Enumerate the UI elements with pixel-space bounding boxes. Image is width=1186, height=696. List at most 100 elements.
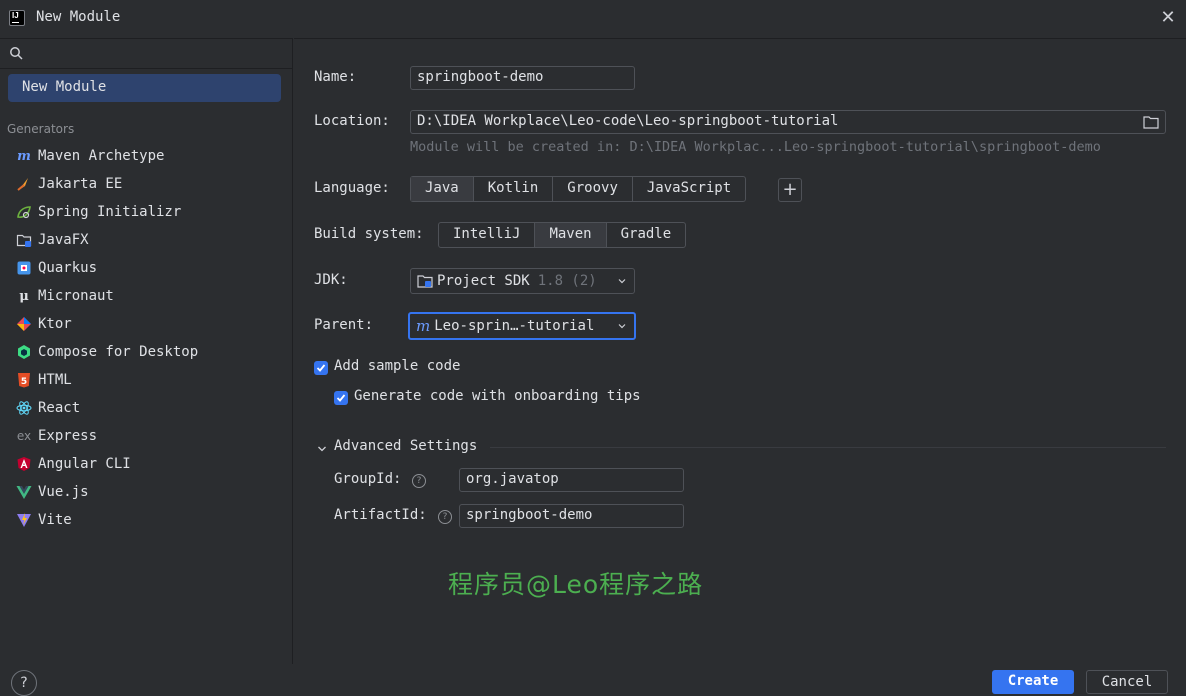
language-option-javascript[interactable]: JavaScript	[633, 177, 745, 201]
generators-list: m Maven Archetype Jakarta EE Spring Init…	[0, 142, 293, 534]
location-label: Location:	[314, 113, 390, 129]
maven-icon: m	[416, 317, 431, 335]
location-hint: Module will be created in: D:\IDEA Workp…	[410, 139, 1101, 155]
sidebar-item-vite[interactable]: Vite	[0, 506, 293, 534]
parent-label: Parent:	[314, 317, 374, 333]
sidebar-item-label: Jakarta EE	[38, 176, 123, 192]
sidebar-item-label: Express	[38, 428, 98, 444]
vite-icon	[16, 512, 32, 528]
micronaut-icon: μ	[19, 288, 29, 304]
groupid-field[interactable]: org.javatop	[459, 468, 684, 492]
add-sample-code-checkbox[interactable]	[314, 361, 328, 375]
sidebar-item-react[interactable]: React	[0, 394, 293, 422]
maven-icon: m	[17, 148, 31, 164]
onboarding-tips-label[interactable]: Generate code with onboarding tips	[354, 388, 641, 404]
sidebar-item-label: Vite	[38, 512, 72, 528]
language-selector: Java Kotlin Groovy JavaScript	[410, 176, 747, 202]
main-panel: Name: springboot-demo Location: D:\IDEA …	[294, 38, 1186, 664]
angular-icon	[16, 456, 32, 472]
onboarding-tips-checkbox[interactable]	[334, 391, 348, 405]
sidebar-item-quarkus[interactable]: Quarkus	[0, 254, 293, 282]
help-button[interactable]: ?	[11, 670, 37, 696]
checkmark-icon	[336, 394, 346, 402]
build-system-selector: IntelliJ Maven Gradle	[438, 222, 687, 248]
advanced-settings-toggle[interactable]: Advanced Settings	[334, 438, 477, 454]
location-value: D:\IDEA Workplace\Leo-code\Leo-springboo…	[417, 113, 839, 129]
search-input[interactable]	[0, 39, 293, 69]
parent-dropdown[interactable]: m Leo-sprin…-tutorial	[408, 312, 636, 340]
sidebar-item-html[interactable]: 5 HTML	[0, 366, 293, 394]
sidebar-item-label: React	[38, 400, 81, 416]
sidebar-item-express[interactable]: ex Express	[0, 422, 293, 450]
sidebar-item-label: Maven Archetype	[38, 148, 165, 164]
checkmark-icon	[316, 364, 326, 372]
artifactid-help-icon[interactable]: ?	[438, 510, 452, 524]
compose-icon	[16, 344, 32, 360]
watermark-text: 程序员@Leo程序之路	[448, 570, 704, 599]
ktor-icon	[16, 316, 32, 332]
advanced-divider	[490, 447, 1166, 448]
build-system-label: Build system:	[314, 226, 424, 242]
name-field[interactable]: springboot-demo	[410, 66, 635, 90]
name-label: Name:	[314, 69, 357, 85]
sidebar-item-label: HTML	[38, 372, 72, 388]
browse-folder-icon[interactable]	[1143, 115, 1159, 129]
sidebar-item-jakarta-ee[interactable]: Jakarta EE	[0, 170, 293, 198]
express-icon: ex	[16, 429, 32, 443]
sdk-folder-icon	[417, 275, 433, 288]
jdk-label: JDK:	[314, 272, 348, 288]
sidebar-item-label: JavaFX	[38, 232, 89, 248]
jdk-dropdown[interactable]: Project SDK 1.8 (2)	[410, 268, 635, 294]
sidebar-item-ktor[interactable]: Ktor	[0, 310, 293, 338]
vue-icon	[16, 484, 32, 500]
build-option-intellij[interactable]: IntelliJ	[439, 223, 536, 247]
sidebar-item-label: Quarkus	[38, 260, 98, 276]
language-label: Language:	[314, 180, 390, 196]
create-button[interactable]: Create	[992, 670, 1074, 694]
sidebar-item-spring-initializr[interactable]: Spring Initializr	[0, 198, 293, 226]
artifactid-field[interactable]: springboot-demo	[459, 504, 684, 528]
sidebar-item-maven-archetype[interactable]: m Maven Archetype	[0, 142, 293, 170]
sidebar-item-label: Vue.js	[38, 484, 89, 500]
jdk-value: Project SDK	[437, 273, 530, 289]
language-option-kotlin[interactable]: Kotlin	[474, 177, 554, 201]
add-sample-code-label[interactable]: Add sample code	[334, 358, 460, 374]
jdk-version: 1.8 (2)	[537, 273, 597, 289]
html-icon: 5	[16, 372, 32, 388]
sidebar-item-label: Spring Initializr	[38, 204, 182, 220]
react-icon	[16, 400, 32, 416]
chevron-down-icon[interactable]	[317, 444, 327, 454]
chevron-down-icon	[618, 324, 626, 329]
artifactid-label: ArtifactId:	[334, 507, 427, 523]
search-icon	[10, 47, 23, 60]
sidebar-item-label: Angular CLI	[38, 456, 131, 472]
javafx-icon	[16, 232, 32, 248]
sidebar-item-label: Ktor	[38, 316, 72, 332]
build-option-gradle[interactable]: Gradle	[607, 223, 686, 247]
sidebar-item-angular-cli[interactable]: Angular CLI	[0, 450, 293, 478]
language-option-java[interactable]: Java	[411, 177, 474, 201]
cancel-button[interactable]: Cancel	[1086, 670, 1168, 694]
language-option-groovy[interactable]: Groovy	[553, 177, 633, 201]
sidebar-item-micronaut[interactable]: μ Micronaut	[0, 282, 293, 310]
svg-text:5: 5	[21, 377, 27, 387]
generators-section-label: Generators	[7, 122, 75, 136]
sidebar-item-compose-for-desktop[interactable]: Compose for Desktop	[0, 338, 293, 366]
sidebar-item-label: Compose for Desktop	[38, 344, 199, 360]
chevron-down-icon	[618, 279, 626, 284]
window-title: New Module	[36, 9, 121, 25]
sidebar-item-vue-js[interactable]: Vue.js	[0, 478, 293, 506]
groupid-help-icon[interactable]: ?	[412, 474, 426, 488]
dialog-footer: ? Create Cancel	[0, 664, 1186, 696]
sidebar-item-new-module[interactable]: New Module	[8, 74, 281, 102]
location-field[interactable]: D:\IDEA Workplace\Leo-code\Leo-springboo…	[410, 110, 1166, 134]
sidebar-item-label: Micronaut	[38, 288, 114, 304]
close-icon[interactable]: ✕	[1158, 8, 1178, 28]
add-language-button[interactable]: +	[778, 178, 802, 202]
groupid-label: GroupId:	[334, 471, 402, 487]
sidebar-item-javafx[interactable]: JavaFX	[0, 226, 293, 254]
spring-icon	[16, 204, 32, 220]
jakarta-ee-icon	[16, 176, 32, 192]
quarkus-icon	[16, 260, 32, 276]
build-option-maven[interactable]: Maven	[535, 223, 607, 247]
